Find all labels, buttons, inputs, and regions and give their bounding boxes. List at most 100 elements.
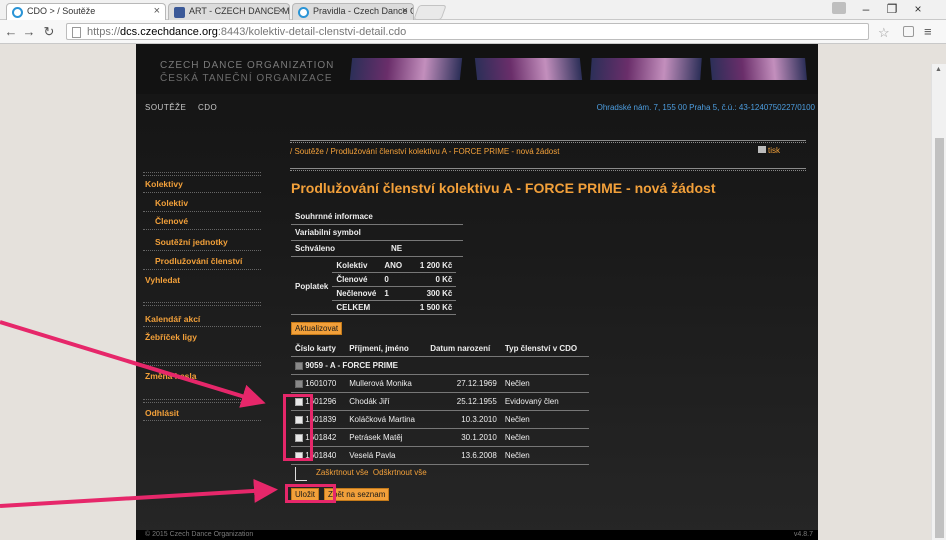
membership-type: Nečlen — [500, 410, 589, 429]
variable-symbol-label: Variabilní symbol — [291, 224, 463, 241]
window-close-icon[interactable]: × — [908, 2, 928, 16]
sidebar-item-clenove[interactable]: Členové — [155, 216, 188, 226]
close-icon[interactable]: × — [278, 5, 284, 17]
browser-tab[interactable]: ART - CZECH DANCE MAS × — [168, 3, 290, 20]
sidebar-divider — [143, 326, 261, 327]
divider — [290, 140, 806, 143]
new-tab-button[interactable] — [413, 5, 447, 20]
sidebar-item-zebricek[interactable]: Žebříček ligy — [145, 332, 197, 342]
minimize-icon[interactable]: – — [856, 2, 876, 16]
browser-tab[interactable]: Pravidla - Czech Dance O × — [292, 3, 414, 20]
tab-title: Pravidla - Czech Dance O — [313, 6, 414, 16]
group-row: 9059 - A - FORCE PRIME — [291, 356, 589, 375]
approved-label: Schváleno — [291, 240, 387, 257]
bookmark-star-icon[interactable]: ☆ — [878, 25, 890, 41]
sidebar-divider — [143, 362, 261, 363]
member-name: Mullerová Monika — [345, 374, 427, 393]
update-button[interactable]: Aktualizovat — [291, 322, 343, 335]
column-header: Příjmení, jméno — [345, 341, 427, 357]
maximize-icon[interactable]: ❐ — [882, 2, 902, 16]
breadcrumb[interactable]: / Soutěže / Prodlužování členství kolekt… — [290, 147, 559, 156]
birth-date: 27.12.1969 — [426, 374, 501, 393]
member-name: Veselá Pavla — [345, 446, 427, 465]
nav-cdo[interactable]: CDO — [198, 103, 217, 112]
sidebar-divider — [143, 172, 261, 173]
browser-tab-active[interactable]: CDO > / Soutěže × — [6, 3, 166, 20]
membership-type: Nečlen — [500, 446, 589, 465]
banner-photo — [349, 58, 463, 80]
forward-arrow-icon[interactable]: → — [22, 24, 36, 39]
facebook-icon — [174, 7, 185, 18]
close-icon[interactable]: × — [402, 5, 408, 17]
printer-icon — [758, 146, 766, 153]
print-label: tisk — [768, 146, 780, 155]
birth-date: 30.1.2010 — [426, 428, 501, 447]
url-path: :8443/kolektiv-detail-clenstvi-detail.cd… — [217, 26, 407, 38]
sidebar-item-kolektivy[interactable]: Kolektivy — [145, 179, 183, 189]
sidebar-item-odhlasit[interactable]: Odhlásit — [145, 408, 179, 418]
deselect-all-link[interactable]: Odškrtnout vše — [373, 468, 427, 477]
sidebar-divider — [143, 399, 261, 400]
top-navigation: SOUTĚŽE CDO Ohradské nám. 7, 155 00 Prah… — [136, 100, 818, 116]
address-bar: ← → ↻ https://dcs.czechdance.org:8443/ko… — [0, 20, 946, 44]
footer-copyright: © 2015 Czech Dance Organization — [145, 531, 254, 538]
browser-tab-strip: CDO > / Soutěže × ART - CZECH DANCE MAS … — [0, 0, 946, 20]
table-row: 1601296 Chodák Jiří 25.12.1955 Evidovaný… — [291, 392, 589, 411]
scroll-up-icon[interactable]: ▲ — [935, 66, 942, 73]
banner-photo — [590, 58, 702, 80]
column-header: Typ členství v CDO — [500, 341, 589, 357]
annotation-save-highlight — [285, 484, 336, 503]
print-link[interactable]: tisk — [758, 146, 780, 155]
tab-title: CDO > / Soutěže — [27, 6, 96, 16]
fee-qty — [380, 300, 409, 315]
sidebar-item-soutezni-jednotky[interactable]: Soutěžní jednotky — [155, 237, 228, 247]
org-name: CZECH DANCE ORGANIZATION — [160, 60, 335, 71]
member-name: Koláčková Martina — [345, 410, 427, 429]
select-all-link[interactable]: Zaškrtnout vše — [316, 468, 368, 477]
extension-icon[interactable] — [903, 26, 914, 37]
site-banner: CZECH DANCE ORGANIZATION ČESKÁ TANEČNÍ O… — [136, 44, 818, 94]
favicon-icon — [12, 7, 23, 18]
scrollbar[interactable]: ▲ — [931, 64, 946, 540]
back-arrow-icon[interactable]: ← — [4, 24, 18, 39]
scrollbar-thumb[interactable] — [935, 138, 944, 538]
fees-table: Poplatek Kolektiv ANO 1 200 Kč Členové 0… — [291, 259, 457, 315]
page-title: Prodlužování členství kolektivu A - FORC… — [291, 180, 716, 196]
summary-table: Souhrnné informace Variabilní symbol Sch… — [291, 209, 463, 257]
sidebar-divider — [143, 305, 261, 306]
sidebar-divider — [143, 250, 261, 251]
sidebar-item-prodluzovani-clenstvi[interactable]: Prodlužování členství — [155, 256, 242, 266]
sidebar-item-vyhledat[interactable]: Vyhledat — [145, 275, 180, 285]
sidebar-divider — [143, 365, 261, 366]
fee-name: Nečlenové — [332, 286, 381, 301]
user-profile-icon[interactable] — [832, 2, 846, 14]
url-input[interactable]: https://dcs.czechdance.org:8443/kolektiv… — [66, 23, 869, 40]
banner-photo — [710, 58, 807, 80]
sidebar-divider — [143, 192, 261, 193]
divider — [290, 168, 806, 171]
return-arrow-icon — [295, 467, 307, 481]
fee-amount: 1 200 Kč — [408, 259, 457, 273]
fee-amount: 300 Kč — [408, 286, 457, 301]
sidebar-divider — [143, 269, 261, 270]
sidebar-item-kalendar[interactable]: Kalendář akcí — [145, 314, 200, 324]
column-header: Číslo karty — [291, 341, 346, 357]
member-name: Chodák Jiří — [345, 392, 427, 411]
sidebar-divider — [143, 211, 261, 212]
menu-icon[interactable]: ≡ — [924, 24, 932, 39]
sidebar-item-kolektiv[interactable]: Kolektiv — [155, 198, 188, 208]
fee-name: Členové — [332, 272, 381, 287]
reload-icon[interactable]: ↻ — [42, 24, 56, 40]
column-header: Datum narození — [426, 341, 501, 357]
close-icon[interactable]: × — [154, 5, 160, 17]
table-row: 1601070 Mullerová Monika 27.12.1969 Nečl… — [291, 374, 589, 393]
birth-date: 10.3.2010 — [426, 410, 501, 429]
nav-soutěže[interactable]: SOUTĚŽE — [145, 103, 186, 112]
url-host: dcs.czechdance.org — [120, 26, 218, 38]
fee-total-amount: 1 500 Kč — [408, 300, 457, 315]
sidebar-divider — [143, 302, 261, 303]
annotation-checkbox-highlight — [283, 394, 313, 461]
fee-name: Kolektiv — [332, 259, 381, 273]
sidebar-item-zmena-hesla[interactable]: Změna hesla — [145, 371, 197, 381]
website: CZECH DANCE ORGANIZATION ČESKÁ TANEČNÍ O… — [136, 44, 818, 540]
